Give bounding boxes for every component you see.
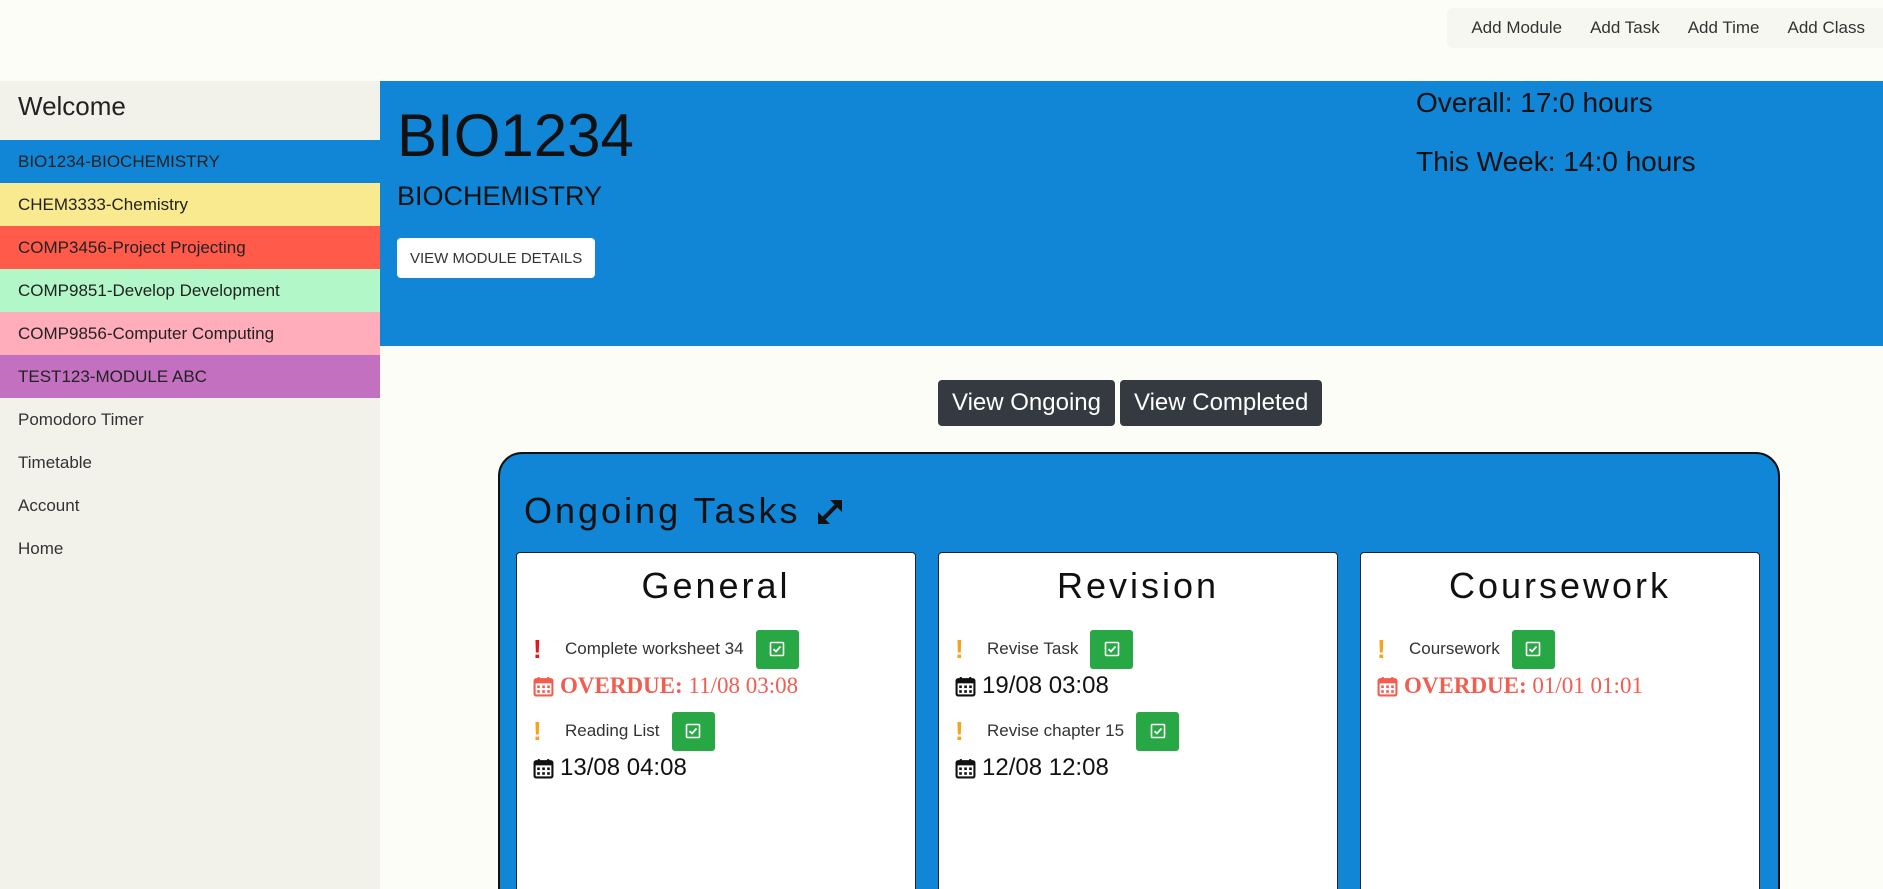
top-nav: Add Module Add Task Add Time Add Class [1447,8,1883,48]
task-column-coursework: Coursework ! Coursework OVERDUE: 01/01 0… [1360,552,1760,889]
task-due: 01/01 01:01 [1532,673,1643,698]
calendar-icon [955,758,976,778]
module-header: BIO1234 BIOCHEMISTRY VIEW MODULE DETAILS… [380,81,1883,346]
sidebar-module-comp3456[interactable]: COMP3456-Project Projecting [0,226,380,269]
panel-title-text: Ongoing Tasks [524,490,801,531]
task-due: 11/08 03:08 [688,673,799,698]
task-item: ! Complete worksheet 34 OVERDUE: 11/08 0… [517,629,915,703]
complete-task-button[interactable] [755,629,799,669]
task-due: 12/08 12:08 [982,754,1109,781]
sidebar-module-comp9851[interactable]: COMP9851-Develop Development [0,269,380,312]
task-due: 19/08 03:08 [982,672,1109,699]
view-completed-button[interactable]: View Completed [1120,380,1323,426]
sidebar-item-home[interactable]: Home [0,527,380,570]
sidebar-item-pomodoro[interactable]: Pomodoro Timer [0,398,380,441]
sidebar-module-bio1234[interactable]: BIO1234-BIOCHEMISTRY [0,140,380,183]
sidebar-module-test123[interactable]: TEST123-MODULE ABC [0,355,380,398]
task-name: Coursework [1409,639,1500,658]
task-item: ! Coursework OVERDUE: 01/01 01:01 [1361,629,1759,703]
add-time-link[interactable]: Add Time [1674,18,1774,38]
calendar-icon [533,758,554,778]
week-hours: This Week: 14:0 hours [1416,146,1696,177]
complete-task-button[interactable] [1136,711,1180,751]
complete-task-button[interactable] [1090,629,1134,669]
calendar-icon [955,676,976,696]
overdue-label: OVERDUE: [560,673,683,698]
column-title: General [641,565,791,606]
overall-hours: Overall: 17:0 hours [1416,87,1653,118]
complete-task-button[interactable] [1511,629,1555,669]
column-title: Revision [1056,565,1220,606]
task-column-general: General ! Complete worksheet 34 OVERDUE:… [516,552,916,889]
check-square-icon [1525,641,1541,657]
task-name: Revise chapter 15 [987,721,1125,740]
check-square-icon [1104,641,1120,657]
task-name: Reading List [565,721,660,740]
task-due: 13/08 04:08 [560,754,687,781]
task-name: Revise Task [987,639,1079,658]
priority-medium-icon: ! [1377,633,1386,664]
sidebar: Welcome BIO1234-BIOCHEMISTRY CHEM3333-Ch… [0,81,380,889]
add-class-link[interactable]: Add Class [1774,18,1879,38]
welcome-heading: Welcome [18,91,126,121]
sidebar-item-timetable[interactable]: Timetable [0,441,380,484]
sidebar-module-chem3333[interactable]: CHEM3333-Chemistry [0,183,380,226]
add-task-link[interactable]: Add Task [1576,18,1674,38]
priority-medium-icon: ! [955,633,964,664]
check-square-icon [1150,723,1165,739]
add-module-link[interactable]: Add Module [1457,18,1576,38]
module-code: BIO1234 [397,102,634,169]
priority-medium-icon: ! [955,715,964,746]
view-toggle: View Ongoing View Completed [938,380,1323,426]
task-column-revision: Revision ! Revise Task 19/08 03:08 ! Rev… [938,552,1338,889]
sidebar-module-comp9856[interactable]: COMP9856-Computer Computing [0,312,380,355]
module-name: BIOCHEMISTRY [397,181,603,211]
task-name: Complete worksheet 34 [565,639,744,658]
task-item: ! Revise chapter 15 12/08 12:08 [939,711,1337,785]
calendar-icon [1377,676,1398,696]
calendar-icon [533,676,554,696]
column-title: Coursework [1448,565,1672,606]
panel-title: Ongoing Tasks [524,490,846,532]
expand-icon[interactable] [814,495,846,527]
check-square-icon [685,723,701,739]
complete-task-button[interactable] [671,711,715,751]
check-square-icon [769,641,785,657]
ongoing-tasks-panel: Ongoing Tasks General ! Complete workshe… [498,452,1780,889]
view-module-details-button[interactable]: VIEW MODULE DETAILS [397,238,596,278]
task-item: ! Reading List 13/08 04:08 [517,711,915,785]
overdue-label: OVERDUE: [1404,673,1527,698]
task-item: ! Revise Task 19/08 03:08 [939,629,1337,703]
view-ongoing-button[interactable]: View Ongoing [938,380,1115,426]
priority-medium-icon: ! [533,715,542,746]
priority-high-icon: ! [533,633,542,664]
sidebar-item-account[interactable]: Account [0,484,380,527]
